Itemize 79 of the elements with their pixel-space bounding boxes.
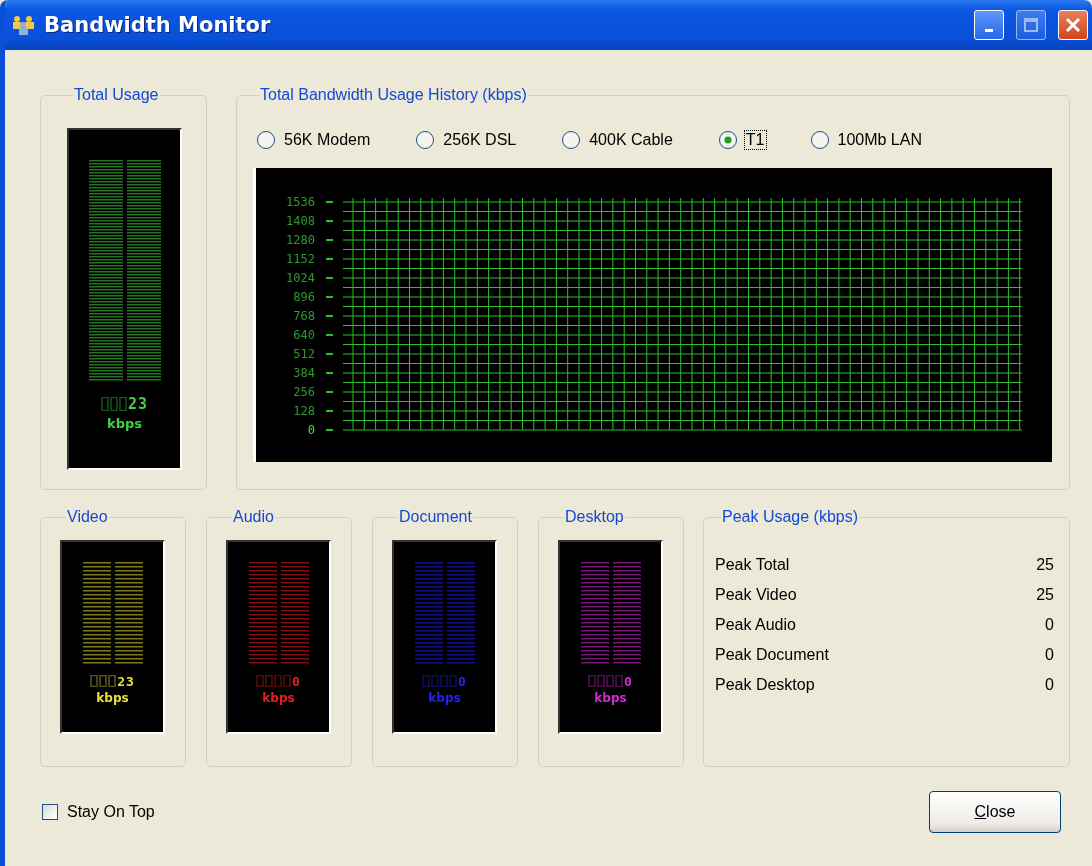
tick-mark (325, 353, 334, 355)
tick-mark (325, 220, 334, 222)
tick-mark (325, 410, 334, 412)
axis-tick-label: 640 (293, 328, 315, 342)
peak-value: 0 (1045, 676, 1054, 694)
meter-reading: 0 (624, 674, 633, 688)
window-title: Bandwidth Monitor (44, 13, 272, 37)
unit-label: kbps (107, 416, 142, 431)
maximize-button[interactable] (1016, 10, 1046, 40)
unlit-digits-drawing (588, 675, 625, 687)
axis-tick-label: 256 (293, 385, 315, 399)
peak-value: 25 (1036, 556, 1054, 574)
unit-label: kbps (96, 691, 129, 705)
axis-tick-label: 1152 (286, 252, 315, 266)
radio-button[interactable] (809, 130, 830, 150)
tick-mark (325, 277, 334, 279)
peak-label: Peak Video (715, 586, 797, 604)
group-title: Video (66, 508, 109, 526)
scale-radio[interactable]: 56K Modem (253, 128, 375, 152)
close-button[interactable]: Close (929, 791, 1061, 833)
group-title: Total Usage (73, 86, 160, 104)
tick-mark (325, 296, 334, 298)
peak-value: 0 (1045, 616, 1054, 634)
meter-reading: 23 (117, 674, 135, 688)
app-icon (12, 14, 36, 36)
tick-mark (325, 429, 334, 431)
radio-button[interactable] (256, 130, 276, 150)
peak-label: Peak Total (715, 556, 790, 574)
tick-mark (325, 258, 334, 260)
group-title: Audio (232, 508, 275, 526)
radio-button[interactable] (717, 130, 738, 150)
unit-label: kbps (428, 691, 461, 705)
group-title: Total Bandwidth Usage History (kbps) (259, 86, 528, 104)
radio-button[interactable] (561, 130, 582, 150)
unlit-digits-drawing (100, 397, 128, 411)
tick-mark (325, 239, 334, 241)
axis-tick-label: 1408 (286, 214, 315, 228)
radio-button[interactable] (415, 130, 436, 150)
tick-mark (325, 391, 334, 393)
tick-mark (325, 334, 334, 336)
tick-mark (325, 201, 334, 203)
unit-label: kbps (594, 691, 627, 705)
scale-radio[interactable]: 100Mb LAN (806, 128, 926, 152)
unlit-digits-drawing (256, 675, 293, 687)
axis-tick-label: 512 (293, 347, 315, 361)
minimize-button[interactable] (974, 10, 1004, 40)
stay-on-top-checkbox[interactable]: Stay On Top (42, 803, 155, 821)
minimize-icon (985, 28, 993, 32)
axis-tick-label: 128 (293, 404, 315, 418)
meter-reading: 23 (127, 396, 149, 412)
tick-mark (325, 372, 334, 374)
group-title: Desktop (564, 508, 625, 526)
meter-reading: 0 (292, 674, 301, 688)
peak-value: 25 (1036, 586, 1054, 604)
axis-tick-label: 1536 (286, 195, 315, 209)
axis-tick-label: 896 (293, 290, 315, 304)
unit-label: kbps (262, 691, 295, 705)
unlit-digits-drawing (90, 675, 118, 687)
axis-tick-label: 384 (293, 366, 315, 380)
group-title: Document (398, 508, 473, 526)
scale-radio[interactable]: 256K DSL (412, 128, 521, 152)
axis-tick-label: 1024 (286, 271, 315, 285)
peak-label: Peak Desktop (715, 676, 815, 694)
axis-tick-label: 0 (307, 423, 315, 437)
maximize-icon (1024, 18, 1038, 32)
axis-tick-label: 1280 (286, 233, 315, 247)
scale-radio[interactable]: T1 (714, 128, 769, 152)
peak-label: Peak Audio (715, 616, 796, 634)
peak-value: 0 (1045, 646, 1054, 664)
tick-mark (325, 315, 334, 317)
meter-reading: 0 (458, 674, 467, 688)
unlit-digits-drawing (422, 675, 459, 687)
close-icon (1065, 17, 1081, 33)
close-button[interactable] (1058, 10, 1088, 40)
checkbox[interactable] (42, 804, 58, 820)
group-title: Peak Usage (kbps) (721, 508, 860, 526)
axis-tick-label: 768 (293, 309, 315, 323)
scale-radio[interactable]: 400K Cable (558, 128, 677, 152)
peak-label: Peak Document (715, 646, 829, 664)
